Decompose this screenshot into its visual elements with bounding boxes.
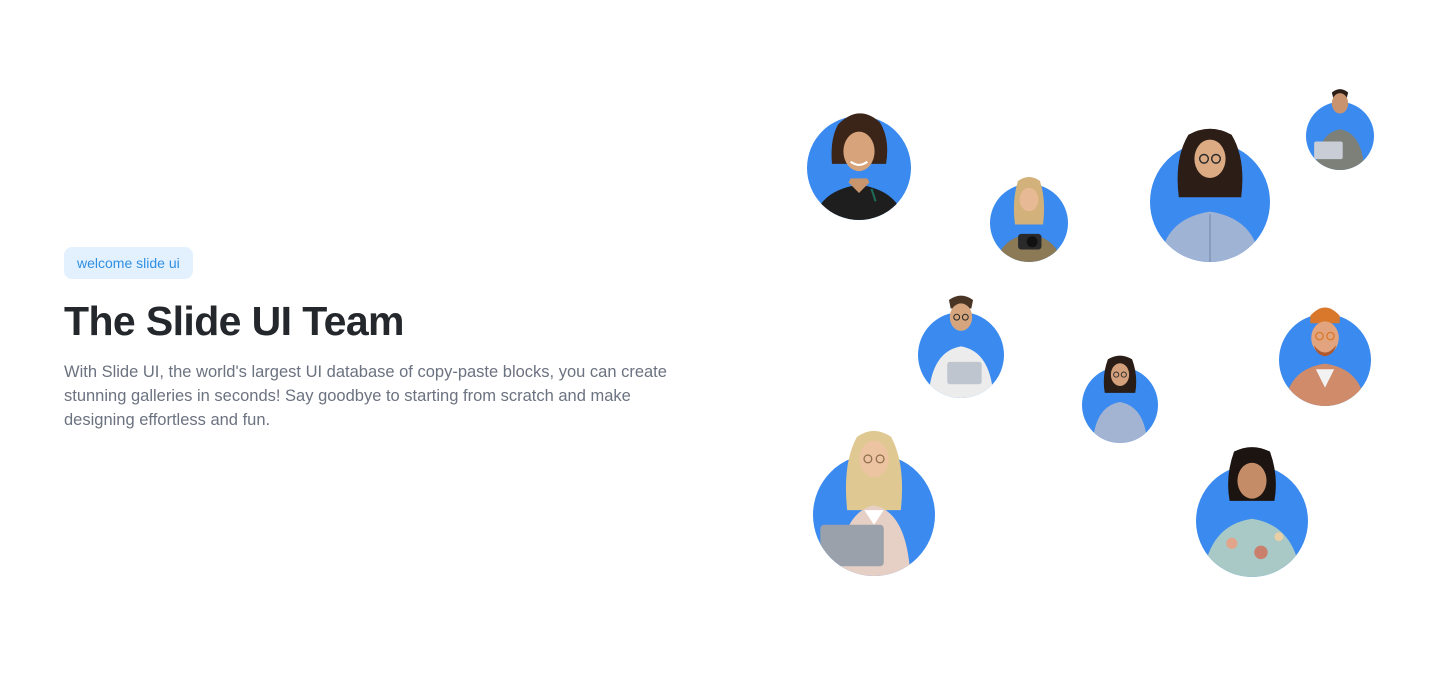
team-member-avatar-6 (1082, 355, 1158, 443)
man-with-laptop-photo (1314, 89, 1365, 170)
team-member-avatar-3 (1150, 128, 1270, 262)
team-member-avatar-2 (990, 176, 1068, 262)
woman-holding-laptop-photo (820, 430, 911, 576)
woman-glasses-blue-shirt-photo (1159, 128, 1261, 262)
team-member-avatar-4 (1306, 89, 1374, 170)
woman-patterned-shirt-photo (1202, 447, 1302, 577)
man-orange-beanie-photo (1284, 307, 1366, 406)
woman-with-camera-photo (996, 176, 1062, 262)
page-title: The Slide UI Team (64, 298, 405, 344)
man-glasses-laptop-photo (928, 295, 994, 398)
woman-glasses-small-photo (1092, 355, 1148, 443)
woman-black-shirt-photo (813, 113, 905, 220)
team-member-avatar-5 (918, 295, 1004, 398)
team-member-avatar-9 (1196, 447, 1308, 577)
hero-description: With Slide UI, the world's largest UI da… (64, 363, 667, 429)
team-hero-section: welcome slide ui The Slide UI Team With … (0, 0, 1440, 678)
team-member-avatar-1 (807, 113, 911, 220)
team-member-avatar-7 (1279, 307, 1371, 406)
welcome-badge: welcome slide ui (64, 247, 193, 279)
team-member-avatar-8 (813, 430, 935, 576)
